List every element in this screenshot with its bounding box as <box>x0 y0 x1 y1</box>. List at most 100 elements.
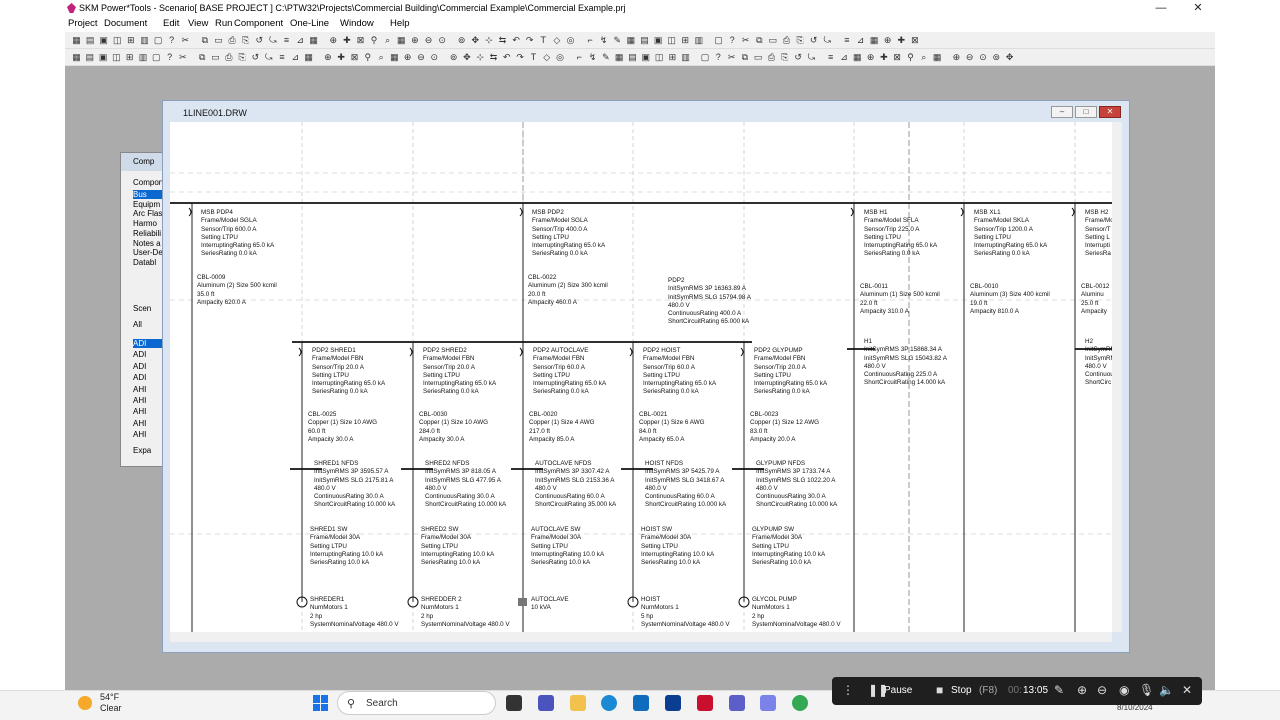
breaker-symbol[interactable] <box>960 207 964 217</box>
bottom-tool-7-icon[interactable]: ▢ <box>151 52 162 63</box>
edge-icon[interactable] <box>601 695 617 711</box>
top-tool-33-icon[interactable]: ↷ <box>524 35 535 46</box>
breaker-symbol[interactable] <box>519 207 523 217</box>
bottom-tool-42-icon[interactable]: ▣ <box>640 52 651 63</box>
bottom-tool-60-icon[interactable]: ⊠ <box>892 52 903 63</box>
breaker-symbol[interactable] <box>409 347 413 357</box>
branch-cable[interactable]: CBL-0025 Copper (1) Size 10 AWG 60.0 ft Amp… <box>308 411 377 444</box>
top-tool-1-icon[interactable]: ▦ <box>71 35 82 46</box>
cable[interactable]: CBL-0012 Aluminu 25.0 ft Ampacity <box>1081 283 1109 316</box>
branch-switch[interactable]: SHRED1 SW Frame/Model 30A Setting LTPU Inte… <box>310 526 383 567</box>
teams-chat-icon[interactable] <box>760 695 776 711</box>
bottom-tool-59-icon[interactable]: ✚ <box>878 52 889 63</box>
top-tool-6-icon[interactable]: ▥ <box>139 35 150 46</box>
breaker-symbol[interactable] <box>740 347 744 357</box>
bottom-tool-17-icon[interactable]: ⊿ <box>290 52 301 63</box>
bottom-tool-43-icon[interactable]: ◫ <box>654 52 665 63</box>
top-tool-39-icon[interactable]: ✎ <box>612 35 623 46</box>
top-tool-31-icon[interactable]: ⇆ <box>497 35 508 46</box>
bottom-tool-65-icon[interactable]: ⊖ <box>964 52 975 63</box>
top-tool-43-icon[interactable]: ◫ <box>666 35 677 46</box>
vertical-scrollbar[interactable] <box>1112 122 1122 632</box>
top-tool-47-icon[interactable]: ? <box>727 35 738 46</box>
file-explorer-icon[interactable] <box>570 695 586 711</box>
bottom-tool-13-icon[interactable]: ⎘ <box>237 52 248 63</box>
branch-breaker[interactable]: PDP2 SHRED2 Frame/Model FBN Sensor/Trip 20… <box>423 347 496 397</box>
bottom-tool-55-icon[interactable]: ≡ <box>825 52 836 63</box>
top-tool-12-icon[interactable]: ⎙ <box>227 35 238 46</box>
bottom-tool-20-icon[interactable]: ✚ <box>336 52 347 63</box>
store-icon[interactable] <box>633 695 649 711</box>
task-view-icon[interactable] <box>506 695 522 711</box>
bottom-tool-1-icon[interactable]: ▦ <box>71 52 82 63</box>
menu-project[interactable]: Project <box>68 18 98 29</box>
top-tool-7-icon[interactable]: ▢ <box>153 35 164 46</box>
branch-breaker[interactable]: PDP2 SHRED1 Frame/Model FBN Sensor/Trip 20… <box>312 347 385 397</box>
top-tool-38-icon[interactable]: ↯ <box>598 35 609 46</box>
bottom-tool-56-icon[interactable]: ⊿ <box>839 52 850 63</box>
bottom-tool-38-icon[interactable]: ↯ <box>587 52 598 63</box>
pen-icon[interactable]: ✎ <box>1054 683 1064 697</box>
drawing-maximize-button[interactable]: □ <box>1075 106 1097 118</box>
top-tool-59-icon[interactable]: ✚ <box>896 35 907 46</box>
top-tool-35-icon[interactable]: ◇ <box>551 35 562 46</box>
bottom-tool-48-icon[interactable]: ✂ <box>726 52 737 63</box>
bottom-tool-50-icon[interactable]: ▭ <box>753 52 764 63</box>
protective-device[interactable]: MSB PDP2 Frame/Model SGLA Sensor/Trip 400.… <box>532 209 605 259</box>
branch-load[interactable]: SHREDDER 2 NumMotors 12 hp SystemNominalVo… <box>421 596 510 629</box>
horizontal-scrollbar[interactable] <box>170 632 1112 642</box>
top-tool-19-icon[interactable]: ⊕ <box>328 35 339 46</box>
menu-view[interactable]: View <box>188 18 208 29</box>
top-tool-11-icon[interactable]: ▭ <box>213 35 224 46</box>
one-line-diagram-canvas[interactable]: MSB PDP4 Frame/Model SGLA Sensor/Trip 600.… <box>170 122 1112 632</box>
branch-breaker[interactable]: PDP2 HOIST Frame/Model FBN Sensor/Trip 60.… <box>643 347 716 397</box>
bottom-tool-22-icon[interactable]: ⚲ <box>362 52 373 63</box>
menu-run[interactable]: Run <box>215 18 232 29</box>
top-tool-57-icon[interactable]: ▦ <box>869 35 880 46</box>
bottom-tool-21-icon[interactable]: ⊠ <box>349 52 360 63</box>
top-tool-15-icon[interactable]: ⤿ <box>267 35 278 46</box>
bottom-tool-40-icon[interactable]: ▦ <box>614 52 625 63</box>
top-tool-2-icon[interactable]: ▤ <box>85 35 96 46</box>
drawing-minimize-button[interactable]: – <box>1051 106 1073 118</box>
bottom-tool-66-icon[interactable]: ⊙ <box>978 52 989 63</box>
bottom-tool-16-icon[interactable]: ≡ <box>277 52 288 63</box>
branch-nfds-bus[interactable]: AUTOCLAVE NFDS InitSymRMS 3P 3307.42 A Ini… <box>535 460 616 510</box>
microphone-icon[interactable]: 🎙 <box>1139 683 1154 697</box>
top-tool-20-icon[interactable]: ✚ <box>341 35 352 46</box>
top-tool-41-icon[interactable]: ▤ <box>639 35 650 46</box>
teams-work-icon[interactable] <box>729 695 745 711</box>
taskbar-search[interactable]: ⚲ Search <box>337 691 496 715</box>
bottom-tool-18-icon[interactable]: ▦ <box>303 52 314 63</box>
branch-breaker[interactable]: PDP2 AUTOCLAVE Frame/Model FBN Sensor/Trip… <box>533 347 606 397</box>
top-tool-45-icon[interactable]: ▥ <box>693 35 704 46</box>
top-tool-36-icon[interactable]: ◎ <box>565 35 576 46</box>
top-tool-17-icon[interactable]: ⊿ <box>295 35 306 46</box>
bottom-tool-63-icon[interactable]: ▦ <box>932 52 943 63</box>
bottom-tool-37-icon[interactable]: ⌐ <box>574 52 585 63</box>
static-load-symbol[interactable] <box>518 598 527 606</box>
top-tool-14-icon[interactable]: ↺ <box>254 35 265 46</box>
top-tool-42-icon[interactable]: ▣ <box>653 35 664 46</box>
branch-switch[interactable]: GLYPUMP SW Frame/Model 30A Setting LTPU Int… <box>752 526 825 567</box>
cable[interactable]: CBL-0022 Aluminum (2) Size 300 kcmil 20.0 … <box>528 274 608 307</box>
top-tool-40-icon[interactable]: ▦ <box>625 35 636 46</box>
bus-pdp2[interactable]: PDP2 InitSymRMS 3P 16363.89 A InitSymRMS S… <box>668 277 751 327</box>
bottom-tool-2-icon[interactable]: ▤ <box>84 52 95 63</box>
bottom-tool-54-icon[interactable]: ⤿ <box>806 52 817 63</box>
bottom-tool-10-icon[interactable]: ⧉ <box>197 52 208 63</box>
bottom-tool-6-icon[interactable]: ▥ <box>138 52 149 63</box>
top-tool-55-icon[interactable]: ≡ <box>841 35 852 46</box>
top-tool-54-icon[interactable]: ⤿ <box>822 35 833 46</box>
top-tool-8-icon[interactable]: ? <box>166 35 177 46</box>
top-tool-44-icon[interactable]: ⊞ <box>680 35 691 46</box>
top-tool-32-icon[interactable]: ↶ <box>511 35 522 46</box>
bottom-tool-44-icon[interactable]: ⊞ <box>667 52 678 63</box>
bottom-tool-23-icon[interactable]: ⌕ <box>376 52 387 63</box>
top-tool-10-icon[interactable]: ⧉ <box>199 35 210 46</box>
bottom-tool-57-icon[interactable]: ▦ <box>852 52 863 63</box>
top-tool-56-icon[interactable]: ⊿ <box>855 35 866 46</box>
top-tool-13-icon[interactable]: ⎘ <box>240 35 251 46</box>
menu-document[interactable]: Document <box>104 18 147 29</box>
cable[interactable]: CBL-0010 Aluminum (3) Size 400 kcmil 19.0 … <box>970 283 1050 316</box>
